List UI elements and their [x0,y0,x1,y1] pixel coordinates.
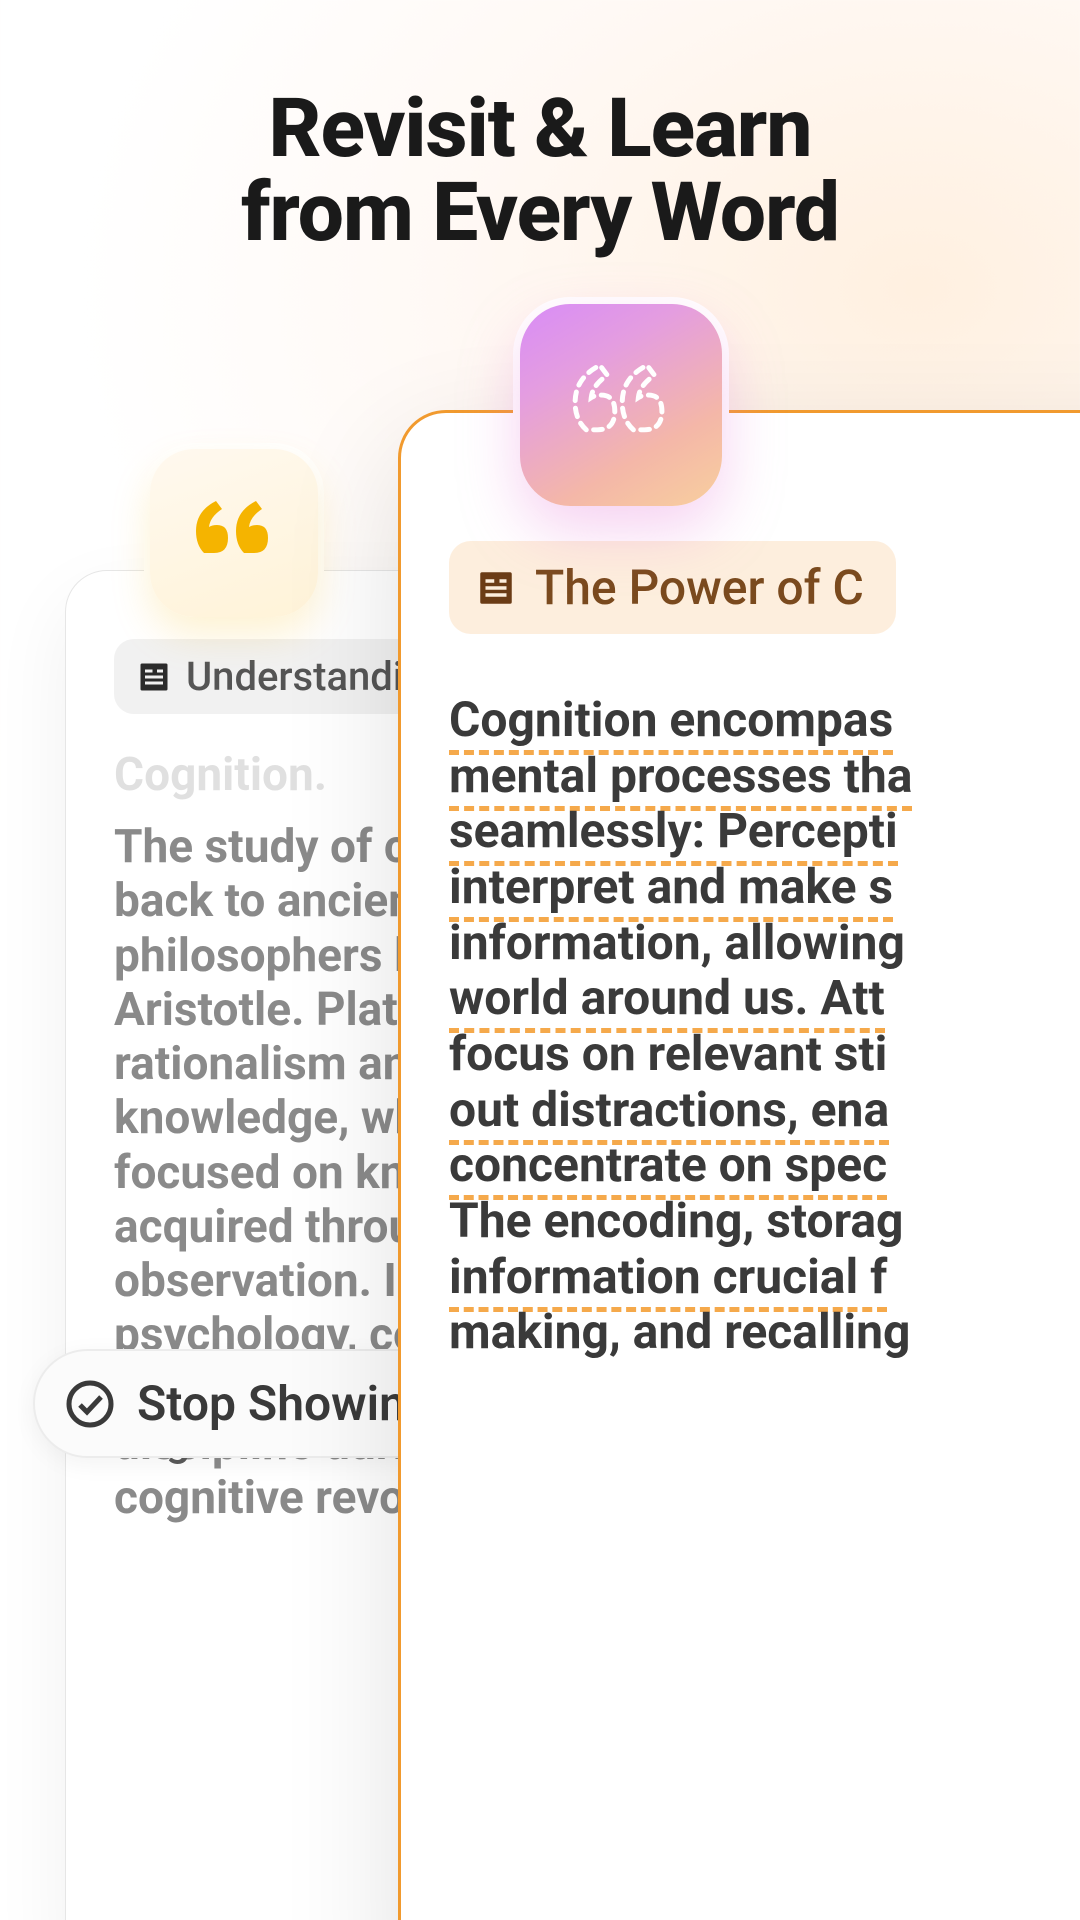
article-body-front: Cognition encompas mental processes tha … [449,692,1080,1360]
quote-outline-icon [559,343,683,467]
highlighted-text: Cognition encompas [449,691,893,755]
highlighted-text: seamlessly: Percepti [449,802,898,866]
highlighted-text: out distractions, ena [449,1081,889,1145]
headline-line-2: from Every Word [0,172,1080,256]
quote-badge-front [520,304,722,506]
highlighted-text: interpret and make s [449,858,893,922]
plain-text: information, allowing [449,914,905,971]
article-icon [475,567,517,609]
quote-badge-back [150,449,318,617]
article-icon [136,659,172,695]
stop-showing-label: Stop Showin [137,1375,406,1432]
plain-text: making, and recalling [449,1303,910,1360]
headline-line-1: Revisit & Learn [0,88,1080,172]
article-source-chip-front[interactable]: The Power of C [449,541,896,634]
check-circle-icon [65,1379,115,1429]
highlighted-text: mental processes tha [449,747,912,811]
highlighted-text: information crucial f [449,1248,887,1312]
highlighted-text: world around us. Att [449,969,885,1033]
plain-text: The encoding, storag [449,1192,903,1249]
chip-label-front: The Power of C [535,559,864,616]
page-title: Revisit & Learn from Every Word [0,88,1080,255]
highlighted-text: concentrate on spec [449,1136,887,1200]
stop-showing-button[interactable]: Stop Showin [33,1349,452,1458]
plain-text: focus on relevant sti [449,1025,887,1082]
quote-icon [184,483,284,583]
article-card-front[interactable]: The Power of C Cognition encompas mental… [398,410,1080,1920]
